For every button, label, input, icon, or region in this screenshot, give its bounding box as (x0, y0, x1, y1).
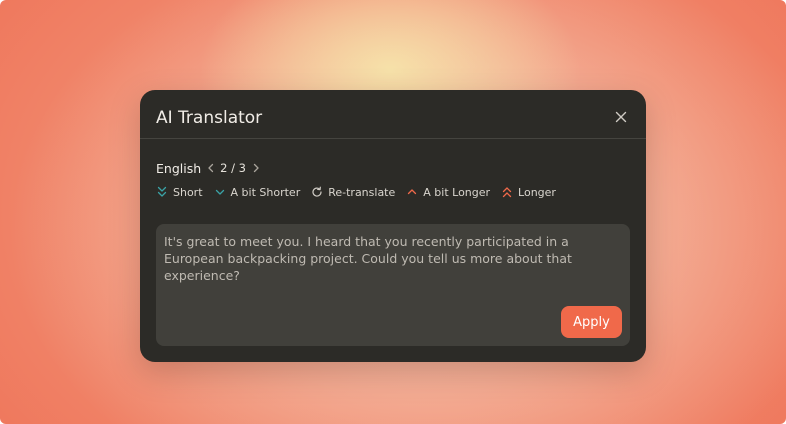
chevron-left-icon (208, 163, 214, 173)
option-short-label: Short (173, 185, 203, 199)
option-a-bit-shorter[interactable]: A bit Shorter (214, 185, 301, 199)
apply-button[interactable]: Apply (561, 306, 622, 338)
dialog-header: AI Translator (140, 90, 646, 139)
chevron-right-icon (253, 163, 259, 173)
refresh-icon (311, 186, 323, 198)
translation-text-area[interactable]: It's great to meet you. I heard that you… (156, 224, 630, 346)
double-chevron-down-icon (156, 186, 168, 198)
language-label: English (156, 160, 202, 176)
option-a-bit-shorter-label: A bit Shorter (230, 185, 301, 199)
chevron-down-icon (214, 186, 226, 198)
translation-text: It's great to meet you. I heard that you… (164, 234, 572, 283)
option-short[interactable]: Short (156, 186, 203, 199)
previous-version-button[interactable] (205, 162, 217, 174)
option-a-bit-longer[interactable]: A bit Longer (406, 186, 490, 199)
chevron-up-icon (406, 186, 418, 198)
close-button[interactable] (614, 109, 628, 123)
dialog-title: AI Translator (156, 108, 263, 128)
option-a-bit-longer-label: A bit Longer (423, 185, 491, 199)
background-canvas: AI Translator English 2 / 3 Short A bit … (0, 0, 786, 424)
option-longer[interactable]: Longer (501, 186, 556, 199)
double-chevron-up-icon (501, 186, 513, 198)
language-selector: English 2 / 3 (156, 160, 262, 176)
length-options: Short A bit Shorter Re-translate A bit L… (156, 184, 567, 200)
option-re-translate-label: Re-translate (328, 185, 396, 199)
option-longer-label: Longer (518, 185, 556, 199)
ai-translator-dialog: AI Translator English 2 / 3 Short A bit … (140, 90, 646, 362)
version-pager: 2 / 3 (220, 161, 246, 175)
close-icon (615, 111, 627, 123)
option-re-translate[interactable]: Re-translate (311, 186, 395, 199)
next-version-button[interactable] (250, 162, 262, 174)
